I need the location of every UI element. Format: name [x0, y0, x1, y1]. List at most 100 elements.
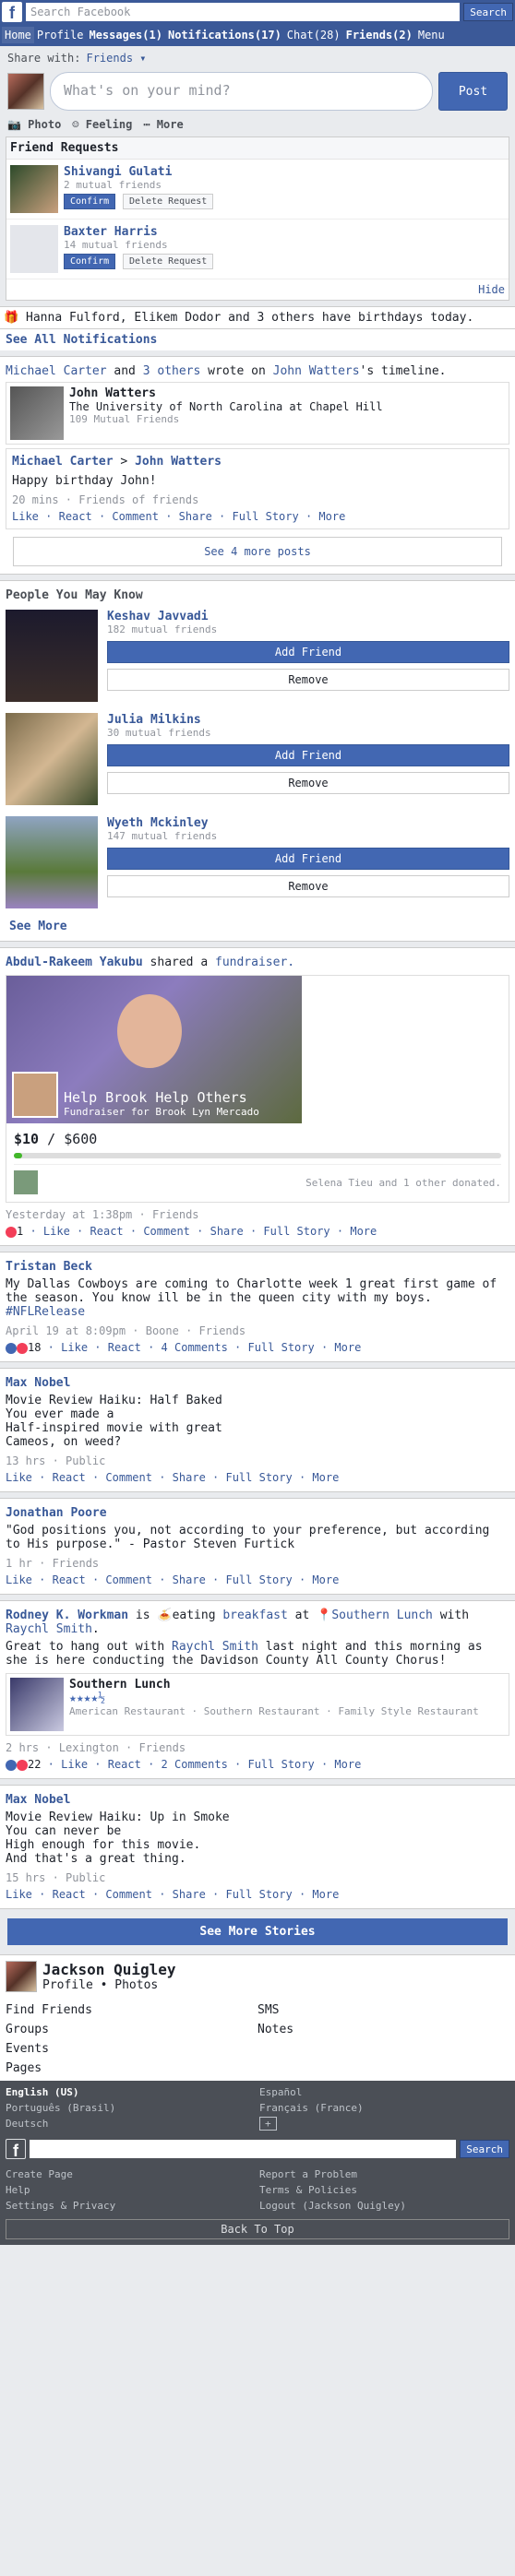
- share-link[interactable]: Share: [173, 1471, 206, 1484]
- more-link[interactable]: More: [312, 1573, 339, 1586]
- nav-friends[interactable]: Friends(2): [343, 27, 415, 43]
- profile-card[interactable]: John Watters The University of North Caro…: [6, 382, 509, 445]
- fundraiser-card[interactable]: Help Brook Help Others Fundraiser for Bro…: [6, 975, 509, 1203]
- remove-button[interactable]: Remove: [107, 669, 509, 691]
- see-more-link[interactable]: See More: [9, 920, 509, 933]
- lang-option[interactable]: Português (Brasil): [6, 2102, 256, 2114]
- full-story-link[interactable]: Full Story: [225, 1888, 292, 1901]
- see-more-posts-button[interactable]: See 4 more posts: [13, 537, 502, 566]
- comments-link[interactable]: 2 Comments: [162, 1758, 228, 1771]
- audience-selector[interactable]: Friends ▾: [86, 52, 146, 65]
- author-link[interactable]: Michael Carter: [6, 364, 107, 378]
- pages-link[interactable]: Pages: [6, 2061, 258, 2075]
- like-link[interactable]: Like: [12, 510, 39, 523]
- like-link[interactable]: Like: [61, 1758, 88, 1771]
- author-link[interactable]: Abdul-Rakeem Yakubu: [6, 956, 143, 969]
- delete-request-button[interactable]: Delete Request: [122, 194, 214, 209]
- full-story-link[interactable]: Full Story: [225, 1573, 292, 1586]
- react-link[interactable]: React: [90, 1225, 124, 1238]
- share-link[interactable]: Share: [179, 510, 212, 523]
- author-link[interactable]: Rodney K. Workman: [6, 1609, 128, 1622]
- reaction-count[interactable]: 22: [28, 1758, 41, 1771]
- profile-name[interactable]: Jackson Quigley: [42, 1961, 176, 1978]
- full-story-link[interactable]: Full Story: [247, 1758, 314, 1771]
- person-name[interactable]: Keshav Javvadi: [107, 610, 509, 623]
- author-link[interactable]: Tristan Beck: [6, 1260, 92, 1274]
- sms-link[interactable]: SMS: [258, 2003, 509, 2017]
- search-button[interactable]: Search: [463, 3, 513, 21]
- terms-link[interactable]: Terms & Policies: [259, 2184, 509, 2196]
- person-photo[interactable]: [6, 816, 98, 908]
- facebook-logo-icon[interactable]: f: [2, 2, 22, 22]
- footer-search-button[interactable]: Search: [460, 2140, 509, 2158]
- like-link[interactable]: Like: [6, 1888, 32, 1901]
- create-page-link[interactable]: Create Page: [6, 2168, 256, 2180]
- profile-link[interactable]: Profile: [42, 1978, 93, 1992]
- place-link[interactable]: Southern Lunch: [331, 1609, 433, 1622]
- person-name[interactable]: Julia Milkins: [107, 713, 509, 727]
- more-link[interactable]: More: [312, 1471, 339, 1484]
- breakfast-link[interactable]: breakfast: [222, 1609, 287, 1622]
- add-friend-button[interactable]: Add Friend: [107, 848, 509, 870]
- react-link[interactable]: React: [59, 510, 92, 523]
- events-link[interactable]: Events: [6, 2042, 258, 2056]
- confirm-button[interactable]: Confirm: [64, 254, 116, 269]
- comments-link[interactable]: 4 Comments: [162, 1341, 228, 1354]
- full-story-link[interactable]: Full Story: [225, 1471, 292, 1484]
- share-link[interactable]: Share: [173, 1888, 206, 1901]
- friend-name[interactable]: Shivangi Gulati: [64, 165, 213, 179]
- share-link[interactable]: Share: [210, 1225, 244, 1238]
- to-link[interactable]: John Watters: [135, 455, 222, 469]
- add-friend-button[interactable]: Add Friend: [107, 744, 509, 766]
- facebook-logo-icon[interactable]: f: [6, 2139, 26, 2160]
- lang-option[interactable]: Deutsch: [6, 2118, 256, 2130]
- see-more-stories-button[interactable]: See More Stories: [7, 1918, 508, 1945]
- lang-option[interactable]: Español: [259, 2086, 509, 2098]
- hide-link[interactable]: Hide: [6, 279, 509, 300]
- more-languages-button[interactable]: +: [259, 2117, 277, 2131]
- nav-profile[interactable]: Profile: [34, 27, 87, 43]
- groups-link[interactable]: Groups: [6, 2023, 258, 2036]
- hashtag-link[interactable]: #NFLRelease: [6, 1305, 85, 1319]
- report-problem-link[interactable]: Report a Problem: [259, 2168, 509, 2180]
- nav-messages[interactable]: Messages(1): [86, 27, 164, 43]
- find-friends-link[interactable]: Find Friends: [6, 2003, 258, 2017]
- like-link[interactable]: Like: [6, 1573, 32, 1586]
- friend-link[interactable]: Raychl Smith: [6, 1622, 92, 1636]
- from-link[interactable]: Michael Carter: [12, 455, 114, 469]
- status-input[interactable]: What's on your mind?: [50, 72, 433, 111]
- delete-request-button[interactable]: Delete Request: [122, 254, 214, 269]
- nav-menu[interactable]: Menu: [415, 27, 448, 43]
- add-friend-button[interactable]: Add Friend: [107, 641, 509, 663]
- like-link[interactable]: Like: [61, 1341, 88, 1354]
- like-link[interactable]: Like: [6, 1471, 32, 1484]
- friend-name[interactable]: Baxter Harris: [64, 225, 213, 239]
- notes-link[interactable]: Notes: [258, 2023, 509, 2036]
- help-link[interactable]: Help: [6, 2184, 256, 2196]
- search-input[interactable]: Search Facebook: [26, 3, 461, 21]
- back-to-top-button[interactable]: Back To Top: [6, 2219, 509, 2239]
- reaction-count[interactable]: 18: [28, 1341, 41, 1354]
- comment-link[interactable]: Comment: [105, 1888, 152, 1901]
- full-story-link[interactable]: Full Story: [232, 510, 298, 523]
- friend-photo[interactable]: [10, 225, 58, 273]
- react-link[interactable]: React: [53, 1573, 86, 1586]
- author-link[interactable]: Jonathan Poore: [6, 1506, 107, 1520]
- footer-search-input[interactable]: [30, 2140, 457, 2158]
- comment-link[interactable]: Comment: [105, 1471, 152, 1484]
- settings-link[interactable]: Settings & Privacy: [6, 2200, 256, 2212]
- logout-link[interactable]: Logout (Jackson Quigley): [259, 2200, 509, 2212]
- person-photo[interactable]: [6, 610, 98, 702]
- full-story-link[interactable]: Full Story: [263, 1225, 329, 1238]
- confirm-button[interactable]: Confirm: [64, 194, 116, 209]
- remove-button[interactable]: Remove: [107, 875, 509, 897]
- comment-link[interactable]: Comment: [112, 510, 159, 523]
- more-link[interactable]: More: [318, 510, 345, 523]
- see-all-notifications[interactable]: See All Notifications: [0, 329, 515, 350]
- friend-photo[interactable]: [10, 165, 58, 213]
- more-link[interactable]: More: [334, 1758, 361, 1771]
- nav-home[interactable]: Home: [2, 27, 34, 43]
- author-link[interactable]: Max Nobel: [6, 1793, 70, 1807]
- photo-button[interactable]: 📷 Photo: [7, 118, 61, 131]
- full-story-link[interactable]: Full Story: [247, 1341, 314, 1354]
